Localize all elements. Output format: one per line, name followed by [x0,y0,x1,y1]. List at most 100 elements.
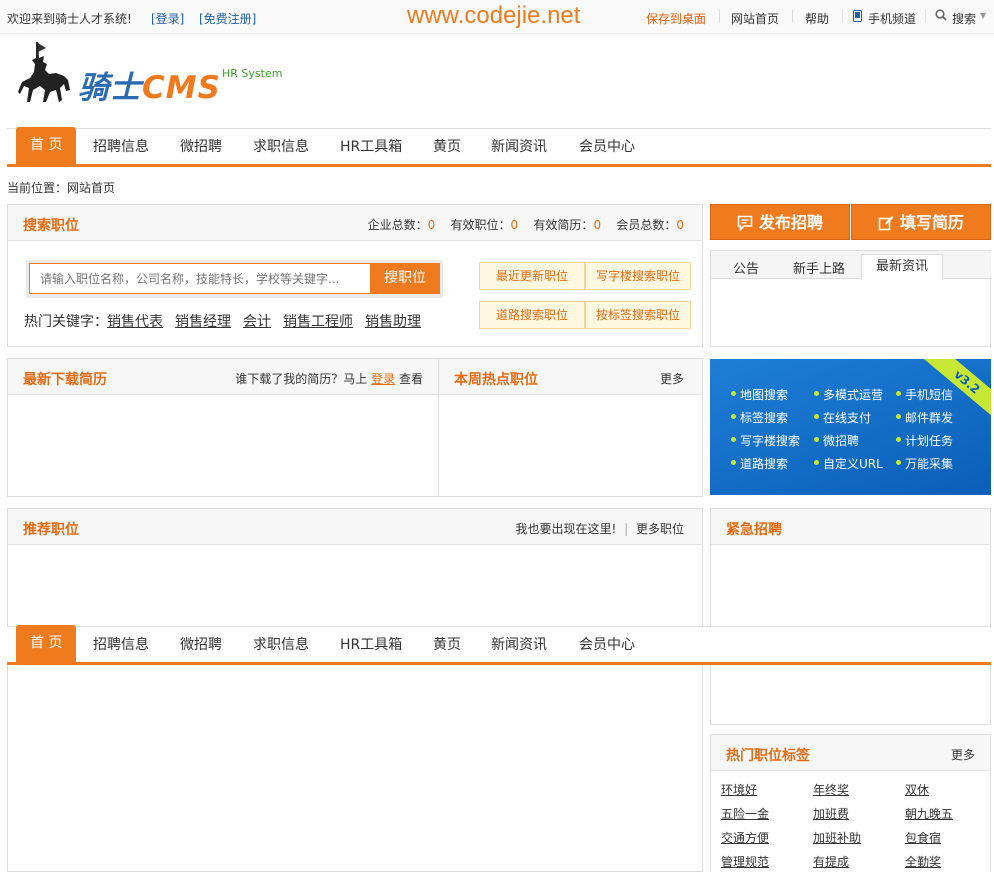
feature-item: 计划任务 [895,434,954,448]
breadcrumb: 当前位置：网站首页 [7,181,116,195]
job-tag-link[interactable]: 加班费 [813,805,849,822]
nav-item-jobs[interactable]: 招聘信息 [93,627,149,662]
login-link[interactable]: [登录] [151,10,184,27]
job-tag-link[interactable]: 有提成 [813,853,849,870]
nav-item-member[interactable]: 会员中心 [579,627,635,662]
nav-item-home[interactable]: 首 页 [16,127,77,164]
hot-keyword-link[interactable]: 会计 [243,311,271,331]
tab-announcements[interactable]: 公告 [733,258,759,277]
nav-item-micro-jobs[interactable]: 微招聘 [180,129,222,164]
more-jobs-link[interactable]: 更多职位 [636,522,684,536]
nav-item-jobs[interactable]: 招聘信息 [93,129,149,164]
divider [925,9,926,23]
more-link[interactable]: 更多 [660,370,684,387]
logo-cms-text: CMS [142,70,221,106]
nav-item-yellow-pages[interactable]: 黄页 [433,627,461,662]
hot-keyword-link[interactable]: 销售代表 [107,311,163,331]
panel-header: 最新下载简历 谁下载了我的简历？马上 登录 查看 [8,359,438,395]
nav-item-resumes[interactable]: 求职信息 [253,129,309,164]
hot-keywords-label: 热门关键字： [24,314,108,330]
post-job-label: 发布招聘 [758,213,823,232]
latest-downloaded-resumes-panel: 最新下载简历 谁下载了我的简历？马上 登录 查看 [7,358,439,497]
save-to-desktop-link[interactable]: 保存到桌面 [646,10,706,27]
hot-keyword-link[interactable]: 销售助理 [365,311,421,331]
nav-item-news[interactable]: 新闻资讯 [491,627,547,662]
panel-title: 热门职位标签 [726,748,810,764]
search-jobs-button[interactable]: 搜职位 [370,263,440,294]
stat-label: 会员总数： [616,218,677,232]
feature-item: 邮件群发 [895,411,954,425]
panel-title: 最新下载简历 [23,372,107,388]
panel-header: 推荐职位 我也要出现在这里! | 更多职位 [8,509,702,545]
logo-subtitle: HR System [222,67,283,80]
nav-item-yellow-pages[interactable]: 黄页 [433,129,461,164]
job-search-input[interactable] [29,263,372,294]
main-nav: 首 页 招聘信息 微招聘 求职信息 HR工具箱 黄页 新闻资讯 会员中心 [7,127,991,167]
nav-item-micro-jobs[interactable]: 微招聘 [180,627,222,662]
stat-label: 企业总数： [367,218,428,232]
logo-title: 骑士CMS [78,62,221,107]
panel-header: 搜索职位 企业总数：0 有效职位：0 有效简历：0 会员总数：0 [8,205,702,241]
job-tag-link[interactable]: 朝九晚五 [905,805,953,822]
road-search-button[interactable]: 道路搜索职位 [479,301,585,329]
more-link[interactable]: 更多 [951,746,975,763]
site-home-link[interactable]: 网站首页 [731,10,779,27]
post-job-button[interactable]: 发布招聘 [710,204,850,240]
help-link[interactable]: 帮助 [805,10,829,27]
top-bar: 欢迎来到骑士人才系统! [登录] [免费注册] www.codejie.net … [0,0,994,34]
nav-item-member[interactable]: 会员中心 [579,129,635,164]
tag-search-button[interactable]: 按标签搜索职位 [585,301,691,329]
nav-item-news[interactable]: 新闻资讯 [491,129,547,164]
mobile-icon [853,10,862,25]
job-tag-link[interactable]: 五险一金 [721,805,769,822]
nav-item-resumes[interactable]: 求职信息 [253,627,309,662]
resume-prompt: 谁下载了我的简历？马上 登录 查看 [235,370,423,387]
resume-view-link[interactable]: 查看 [399,372,423,386]
hot-keyword-link[interactable]: 销售工程师 [283,311,353,331]
divider [719,9,720,23]
stat-label: 有效职位： [450,218,511,232]
job-search-box: 搜职位 [26,260,443,298]
divider [842,9,843,23]
edit-icon [878,208,894,244]
office-search-button[interactable]: 写字楼搜索职位 [585,262,691,290]
feature-item: 地图搜索 [730,388,789,402]
panel-header: 紧急招聘 [711,509,990,545]
register-link[interactable]: [免费注册] [199,10,256,27]
stat-value: 0 [427,218,436,232]
search-icon [935,9,947,24]
tab-beginners[interactable]: 新手上路 [793,258,845,277]
site-logo[interactable]: 骑士CMS HR System [14,40,294,114]
search-dropdown-link[interactable]: 搜索 [952,10,976,27]
panel-header: 热门职位标签 更多 [711,735,990,771]
panel-title: 推荐职位 [23,522,79,538]
job-tag-link[interactable]: 全勤奖 [905,853,941,870]
feature-item: 万能采集 [895,457,954,471]
hot-keyword-link[interactable]: 销售经理 [175,311,231,331]
job-tag-link[interactable]: 交通方便 [721,829,769,846]
version-promo-banner[interactable]: v3.2 地图搜索 多模式运营 手机短信 标签搜索 在线支付 邮件群发 写字楼搜… [710,359,991,495]
job-tag-link[interactable]: 管理规范 [721,853,769,870]
appear-here-link[interactable]: 我也要出现在这里! [515,522,616,536]
feature-item: 手机短信 [895,388,954,402]
urgent-hiring-panel: 紧急招聘 [710,508,991,725]
feature-item: 多模式运营 [813,388,884,402]
nav-item-hr-tools[interactable]: HR工具箱 [340,627,402,662]
feature-item: 标签搜索 [730,411,789,425]
latest-jobs-button[interactable]: 最近更新职位 [479,262,585,290]
feature-item: 在线支付 [813,411,872,425]
stat-value: 0 [676,218,684,232]
job-tag-link[interactable]: 年终奖 [813,781,849,798]
feature-item: 自定义URL [814,457,883,471]
nav-item-home[interactable]: 首 页 [16,625,77,662]
resume-login-link[interactable]: 登录 [371,372,395,386]
job-tag-link[interactable]: 环境好 [721,781,757,798]
panel-title: 搜索职位 [23,218,79,234]
nav-item-hr-tools[interactable]: HR工具箱 [340,129,402,164]
job-tag-link[interactable]: 包食宿 [905,829,941,846]
job-tag-link[interactable]: 加班补助 [813,829,861,846]
tab-latest-news[interactable]: 最新资讯 [861,254,944,280]
mobile-channel-link[interactable]: 手机频道 [868,10,916,27]
write-resume-button[interactable]: 填写简历 [851,204,991,240]
job-tag-link[interactable]: 双休 [905,781,929,798]
